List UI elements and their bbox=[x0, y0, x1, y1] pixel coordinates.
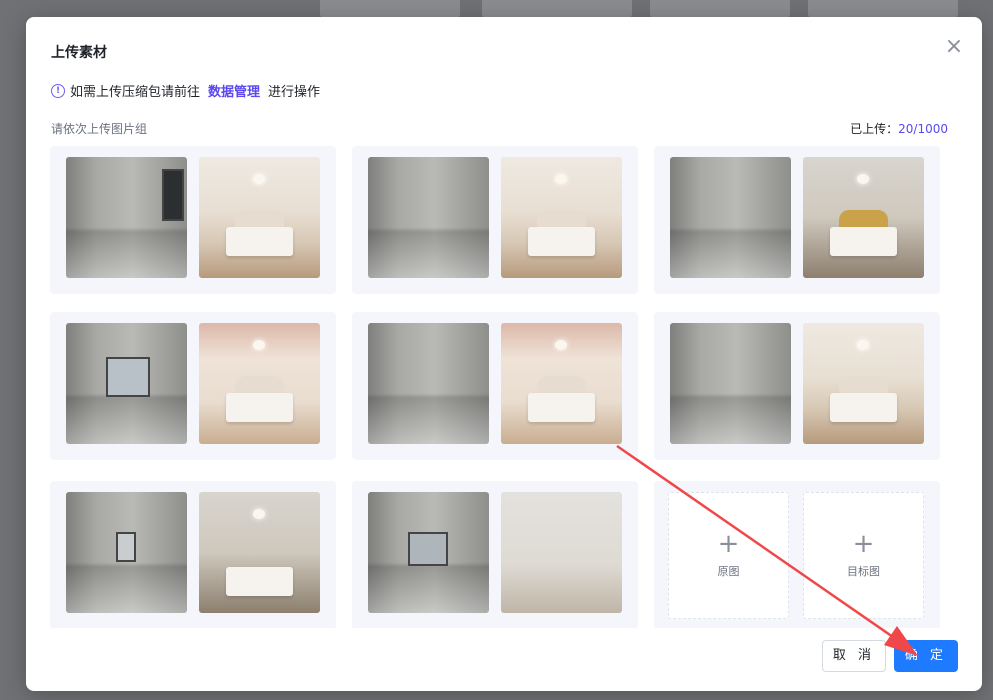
original-image[interactable] bbox=[368, 323, 489, 444]
image-group bbox=[352, 312, 638, 460]
close-icon[interactable]: × bbox=[944, 36, 964, 58]
original-image[interactable] bbox=[670, 157, 791, 278]
image-group bbox=[654, 146, 940, 294]
background-card bbox=[482, 0, 632, 18]
background-card bbox=[650, 0, 790, 18]
info-circle-icon: ! bbox=[51, 83, 65, 98]
original-image[interactable] bbox=[66, 492, 187, 613]
target-image[interactable] bbox=[803, 323, 924, 444]
upload-target-slot[interactable]: + 目标图 bbox=[803, 492, 924, 619]
dialog-title: 上传素材 bbox=[51, 45, 107, 61]
confirm-button[interactable]: 确 定 bbox=[894, 640, 958, 672]
plus-icon: + bbox=[717, 529, 740, 559]
notice-suffix: 进行操作 bbox=[268, 85, 321, 100]
background-card bbox=[808, 0, 958, 18]
image-group bbox=[352, 481, 638, 628]
notice-bar: ! 如需上传压缩包请前往 数据管理 进行操作 bbox=[51, 81, 320, 100]
image-group bbox=[50, 146, 336, 294]
target-image[interactable] bbox=[803, 157, 924, 278]
original-image[interactable] bbox=[66, 323, 187, 444]
target-image[interactable] bbox=[199, 492, 320, 613]
image-group bbox=[50, 312, 336, 460]
upload-original-label: 原图 bbox=[717, 565, 740, 578]
empty-image-group: + 原图 + 目标图 bbox=[654, 481, 940, 628]
target-image[interactable] bbox=[199, 157, 320, 278]
image-group-grid[interactable]: + 原图 + 目标图 bbox=[50, 146, 966, 628]
plus-icon: + bbox=[852, 529, 875, 559]
original-image[interactable] bbox=[368, 157, 489, 278]
target-image[interactable] bbox=[199, 323, 320, 444]
notice-prefix: 如需上传压缩包请前往 bbox=[70, 85, 201, 100]
image-group bbox=[50, 481, 336, 628]
data-management-link[interactable]: 数据管理 bbox=[208, 81, 260, 100]
target-image[interactable] bbox=[501, 157, 622, 278]
target-image[interactable] bbox=[501, 323, 622, 444]
original-image[interactable] bbox=[368, 492, 489, 613]
upload-target-label: 目标图 bbox=[847, 565, 880, 578]
upload-hint: 请依次上传图片组 bbox=[51, 122, 148, 136]
upload-original-slot[interactable]: + 原图 bbox=[668, 492, 789, 619]
background-card bbox=[320, 0, 460, 18]
counter-value: 20/1000 bbox=[898, 122, 948, 136]
image-group bbox=[654, 312, 940, 460]
original-image[interactable] bbox=[670, 323, 791, 444]
original-image[interactable] bbox=[66, 157, 187, 278]
target-image[interactable] bbox=[501, 492, 622, 613]
upload-counter: 已上传：20/1000 bbox=[850, 120, 948, 137]
counter-label: 已上传： bbox=[850, 122, 899, 136]
cancel-button[interactable]: 取 消 bbox=[822, 640, 886, 672]
image-group bbox=[352, 146, 638, 294]
upload-dialog: 上传素材 × ! 如需上传压缩包请前往 数据管理 进行操作 请依次上传图片组 已… bbox=[26, 17, 982, 691]
